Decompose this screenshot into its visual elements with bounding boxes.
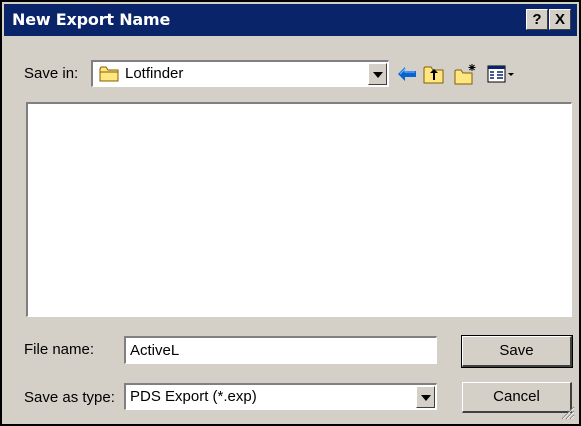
save-as-type-dropdown[interactable]: PDS Export (*.exp)	[124, 383, 437, 410]
resize-grip-icon[interactable]	[561, 406, 575, 420]
file-name-input[interactable]	[124, 336, 437, 364]
save-in-label: Save in:	[24, 65, 79, 82]
create-new-folder-icon[interactable]	[453, 62, 477, 86]
window-title: New Export Name	[12, 10, 171, 29]
close-button[interactable]: X	[549, 9, 571, 30]
title-bar[interactable]: New Export Name ? X	[4, 4, 577, 36]
save-in-dropdown[interactable]: Lotfinder	[91, 60, 389, 87]
save-as-type-value: PDS Export (*.exp)	[130, 388, 257, 405]
save-dialog: New Export Name ? X Save in: Lotfinder F…	[0, 0, 581, 426]
folder-icon	[99, 66, 119, 82]
save-button[interactable]: Save	[461, 335, 573, 368]
file-name-label: File name:	[24, 341, 95, 358]
file-list[interactable]	[26, 102, 572, 317]
cancel-button[interactable]: Cancel	[462, 382, 572, 413]
save-as-type-label: Save as type:	[24, 389, 115, 406]
help-button[interactable]: ?	[526, 9, 548, 30]
up-one-level-icon[interactable]	[422, 62, 446, 86]
save-in-value: Lotfinder	[125, 65, 184, 82]
save-in-dropdown-arrow[interactable]	[368, 63, 387, 85]
save-as-type-dropdown-arrow[interactable]	[416, 386, 435, 408]
view-menu-icon[interactable]	[486, 62, 516, 86]
back-arrow-icon[interactable]	[395, 62, 419, 86]
